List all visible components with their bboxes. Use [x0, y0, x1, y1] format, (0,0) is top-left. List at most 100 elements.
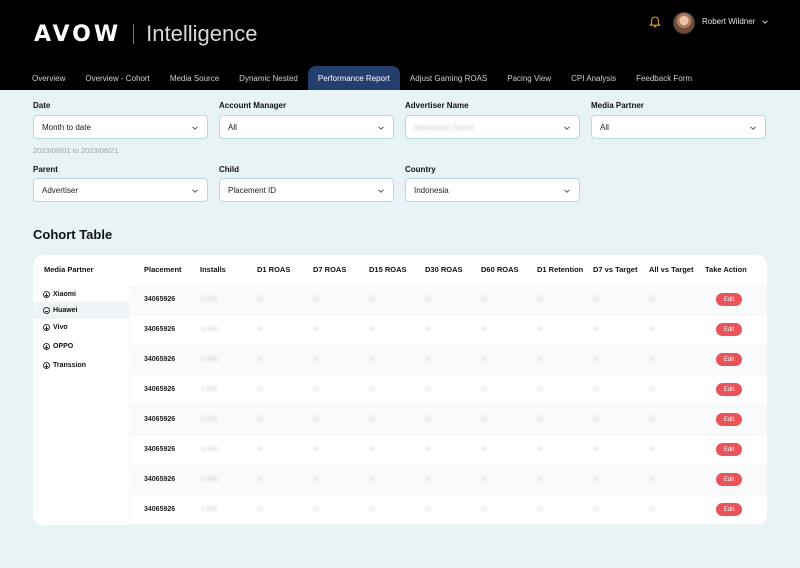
- advertiser-name-label: Advertiser Name: [405, 101, 469, 110]
- date-label: Date: [33, 101, 51, 110]
- parent-value: Advertiser: [42, 185, 79, 195]
- table-row: 34065926 4,450%%%%%%%% Edit: [129, 285, 767, 315]
- tab-feedback-form[interactable]: Feedback Form: [626, 66, 702, 90]
- edit-button[interactable]: Edit: [716, 473, 742, 486]
- metric-cell: %: [481, 296, 487, 303]
- metric-cell: %: [257, 296, 263, 303]
- placement-id: 34065926: [144, 506, 176, 513]
- installs-cell: 4,450: [201, 416, 218, 423]
- partner-huawei[interactable]: Huawei: [43, 307, 78, 314]
- col-d1-roas: D1 ROAS: [257, 265, 291, 274]
- table-row: 34065926 4,450%%%%%%%% Edit: [129, 495, 767, 525]
- tab-cpi-analysis[interactable]: CPI Analysis: [561, 66, 626, 90]
- partner-xiaomi[interactable]: Xiaomi: [43, 291, 76, 298]
- tab-overview-cohort[interactable]: Overview - Cohort: [75, 66, 159, 90]
- placement-id: 34065926: [144, 326, 176, 333]
- col-all-vs-target: All vs Target: [649, 265, 694, 274]
- logo-divider: [133, 24, 135, 44]
- parent-select[interactable]: Advertiser: [33, 178, 208, 202]
- placement-id: 34065926: [144, 356, 176, 363]
- child-select[interactable]: Placement ID: [219, 178, 394, 202]
- chevron-down-icon: [750, 126, 756, 130]
- partner-label: Transsion: [53, 362, 87, 369]
- table-row: 34065926 4,450%%%%%%%% Edit: [129, 465, 767, 495]
- product-name: Intelligence: [146, 21, 258, 46]
- edit-button[interactable]: Edit: [716, 293, 742, 306]
- placement-id: 34065926: [144, 446, 176, 453]
- metric-cell: %: [425, 506, 431, 513]
- metric-cell: %: [369, 506, 375, 513]
- installs-cell: 4,450: [201, 506, 218, 513]
- date-value: Month to date: [42, 122, 91, 132]
- installs-cell: 4,450: [201, 326, 218, 333]
- metric-cell: %: [313, 506, 319, 513]
- metric-cell: %: [369, 446, 375, 453]
- table-row: 34065926 4,450%%%%%%%% Edit: [129, 315, 767, 345]
- table-row: 34065926 4,450%%%%%%%% Edit: [129, 345, 767, 375]
- metric-cell: %: [369, 416, 375, 423]
- chevron-down-icon[interactable]: [761, 18, 769, 26]
- tab-pacing-view[interactable]: Pacing View: [497, 66, 561, 90]
- metric-cell: %: [425, 416, 431, 423]
- edit-button[interactable]: Edit: [716, 503, 742, 516]
- metric-cell: %: [481, 446, 487, 453]
- chevron-down-icon: [378, 126, 384, 130]
- metric-cell: %: [593, 446, 599, 453]
- child-label: Child: [219, 165, 239, 174]
- metric-cell: %: [593, 506, 599, 513]
- brand-logo[interactable]: AVOW Intelligence: [34, 21, 258, 47]
- edit-button[interactable]: Edit: [716, 323, 742, 336]
- metric-cell: %: [257, 476, 263, 483]
- advertiser-name-select[interactable]: Advertiser Name: [405, 115, 580, 139]
- metric-cell: %: [649, 416, 655, 423]
- tab-performance-report[interactable]: Performance Report: [307, 66, 400, 90]
- metric-cell: %: [313, 326, 319, 333]
- metric-cell: %: [369, 296, 375, 303]
- edit-button[interactable]: Edit: [716, 413, 742, 426]
- user-name[interactable]: Robert Wildner: [702, 17, 755, 26]
- col-placement: Placement: [144, 265, 182, 274]
- expand-icon: [43, 324, 50, 331]
- tab-dynamic-nested[interactable]: Dynamic Nested: [229, 66, 308, 90]
- placement-id: 34065926: [144, 296, 176, 303]
- metric-cell: %: [537, 506, 543, 513]
- avatar[interactable]: [673, 12, 695, 34]
- collapse-icon: [43, 307, 50, 314]
- installs-cell: 4,450: [201, 296, 218, 303]
- metric-cell: %: [257, 446, 263, 453]
- tab-overview[interactable]: Overview: [22, 66, 75, 90]
- metric-cell: %: [425, 326, 431, 333]
- chevron-down-icon: [192, 126, 198, 130]
- metric-cell: %: [481, 326, 487, 333]
- metric-cell: %: [481, 386, 487, 393]
- installs-cell: 4,450: [201, 356, 218, 363]
- col-d15-roas: D15 ROAS: [369, 265, 407, 274]
- edit-button[interactable]: Edit: [716, 443, 742, 456]
- tab-adjust-gaming-roas[interactable]: Adjust Gaming ROAS: [400, 66, 497, 90]
- edit-button[interactable]: Edit: [716, 383, 742, 396]
- account-manager-select[interactable]: All: [219, 115, 394, 139]
- chevron-down-icon: [564, 189, 570, 193]
- country-value: Indonesia: [414, 185, 449, 195]
- partner-transsion[interactable]: Transsion: [43, 362, 86, 369]
- metric-cell: %: [537, 446, 543, 453]
- main-nav: Overview Overview - Cohort Media Source …: [22, 66, 702, 90]
- col-d7-roas: D7 ROAS: [313, 265, 347, 274]
- edit-button[interactable]: Edit: [716, 353, 742, 366]
- cohort-table-title: Cohort Table: [33, 227, 113, 242]
- partner-oppo[interactable]: OPPO: [43, 343, 73, 350]
- date-select[interactable]: Month to date: [33, 115, 208, 139]
- metric-cell: %: [649, 446, 655, 453]
- country-select[interactable]: Indonesia: [405, 178, 580, 202]
- partner-label: OPPO: [53, 343, 74, 350]
- col-d60-roas: D60 ROAS: [481, 265, 519, 274]
- expand-icon: [43, 343, 50, 350]
- bell-icon[interactable]: [648, 15, 662, 29]
- partner-vivo[interactable]: Vivo: [43, 324, 68, 331]
- tab-media-source[interactable]: Media Source: [160, 66, 229, 90]
- metric-cell: %: [537, 386, 543, 393]
- chevron-down-icon: [378, 189, 384, 193]
- media-partner-select[interactable]: All: [591, 115, 766, 139]
- metric-cell: %: [257, 356, 263, 363]
- metric-cell: %: [425, 356, 431, 363]
